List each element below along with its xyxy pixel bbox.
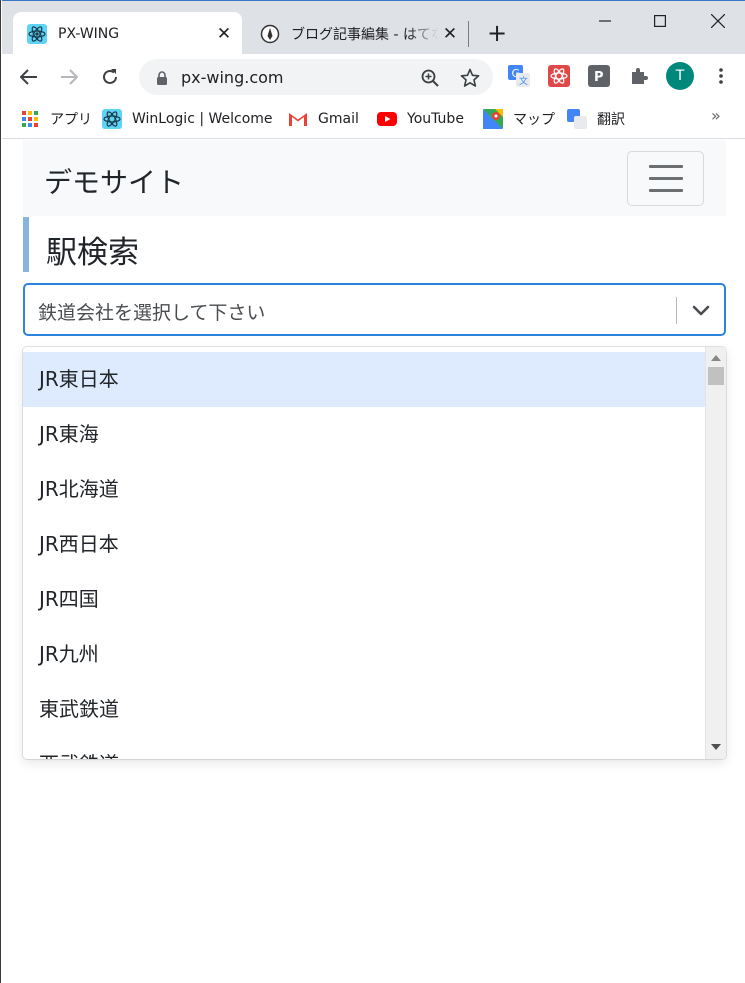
select-option[interactable]: 東武鉄道 xyxy=(23,682,705,737)
tab-px-wing[interactable]: PX-WING ✕ xyxy=(13,12,242,55)
address-bar[interactable]: px-wing.com xyxy=(139,59,493,95)
gmail-icon xyxy=(288,109,308,129)
select-option[interactable]: JR西日本 xyxy=(23,517,705,572)
tab-title: PX-WING xyxy=(58,25,120,42)
chevron-down-icon[interactable] xyxy=(689,299,713,323)
bookmark-gmail[interactable]: Gmail xyxy=(288,108,359,130)
bookmark-youtube[interactable]: YouTube xyxy=(377,108,464,130)
tab-hatena-blog[interactable]: ブログ記事編集 - はてなブログ ✕ xyxy=(246,12,468,55)
hamburger-line xyxy=(648,165,683,168)
back-button[interactable] xyxy=(14,62,44,92)
bookmarks-overflow-button[interactable]: » xyxy=(711,106,721,125)
browser-window: PX-WING ✕ ブログ記事編集 - はてなブログ ✕ + xyxy=(0,0,745,983)
bookmark-label: マップ xyxy=(513,112,555,128)
tab-separator xyxy=(468,21,469,47)
bookmark-label: WinLogic | Welcome xyxy=(132,111,273,127)
close-window-button[interactable] xyxy=(695,7,741,35)
new-tab-button[interactable]: + xyxy=(484,21,510,47)
select-option[interactable]: JR東日本 xyxy=(23,352,705,407)
hamburger-line xyxy=(648,177,683,180)
profile-initial: T xyxy=(675,68,685,84)
star-icon[interactable] xyxy=(459,67,481,89)
scroll-down-arrow-icon[interactable] xyxy=(711,744,721,750)
select-placeholder: 鉄道会社を選択して下さい xyxy=(38,302,266,324)
site-navbar: デモサイト xyxy=(23,140,726,216)
tab-close-icon[interactable]: ✕ xyxy=(438,24,462,44)
apps-grid-icon xyxy=(20,109,40,129)
bookmark-label: 翻訳 xyxy=(597,112,625,128)
select-indicator-separator xyxy=(676,297,677,324)
maximize-button[interactable] xyxy=(637,7,683,35)
dropdown-scrollbar[interactable] xyxy=(705,347,726,759)
page-title: 駅検索 xyxy=(46,235,139,271)
maximize-icon xyxy=(654,15,666,27)
tab-strip: PX-WING ✕ ブログ記事編集 - はてなブログ ✕ + xyxy=(2,0,745,55)
browser-toolbar: px-wing.com G文 P T xyxy=(2,54,745,100)
lock-icon xyxy=(151,67,173,89)
bookmark-winlogic[interactable]: WinLogic | Welcome xyxy=(102,108,273,130)
forward-button[interactable] xyxy=(54,62,84,92)
bookmark-maps[interactable]: マップ xyxy=(483,108,555,130)
minimize-button[interactable] xyxy=(582,7,628,35)
bookmark-label: Gmail xyxy=(318,111,359,127)
svg-text:文: 文 xyxy=(519,75,528,87)
minimize-icon xyxy=(599,20,611,22)
hamburger-line xyxy=(648,189,683,192)
site-brand[interactable]: デモサイト xyxy=(44,161,184,201)
arrow-right-icon xyxy=(61,69,78,85)
profile-avatar[interactable]: T xyxy=(666,62,694,90)
close-icon xyxy=(711,14,725,28)
bookmark-apps[interactable]: アプリ xyxy=(20,108,92,130)
more-menu-icon[interactable] xyxy=(710,65,732,87)
bookmark-label: YouTube xyxy=(407,111,464,127)
zoom-icon[interactable] xyxy=(419,67,441,89)
railway-company-select[interactable]: 鉄道会社を選択して下さい xyxy=(23,283,726,336)
select-option[interactable]: JR北海道 xyxy=(23,462,705,517)
scrollbar-thumb[interactable] xyxy=(708,367,724,385)
react-atom-icon xyxy=(102,109,122,129)
google-translate-extension-icon[interactable]: G文 xyxy=(508,65,530,87)
navbar-toggle-button[interactable] xyxy=(627,151,704,206)
bookmark-translate[interactable]: 翻訳 xyxy=(567,108,625,130)
react-devtools-extension-icon[interactable] xyxy=(548,65,570,87)
youtube-icon xyxy=(377,109,397,129)
tab-close-icon[interactable]: ✕ xyxy=(212,24,236,44)
select-option[interactable]: JR東海 xyxy=(23,407,705,462)
svg-text:P: P xyxy=(594,70,604,85)
bookmarks-bar: アプリ WinLogic | Welcome Gmail YouTube マップ xyxy=(2,100,745,139)
reload-icon xyxy=(103,69,117,84)
select-option[interactable]: JR九州 xyxy=(23,627,705,682)
url-text: px-wing.com xyxy=(181,68,284,87)
select-option[interactable]: 西武鉄道 xyxy=(23,737,705,759)
bookmark-label: アプリ xyxy=(50,112,92,128)
arrow-left-icon xyxy=(20,69,37,85)
google-translate-icon xyxy=(567,109,587,129)
react-atom-icon xyxy=(26,23,48,45)
hatena-blog-icon xyxy=(259,23,281,45)
google-maps-icon xyxy=(483,109,503,129)
puzzle-extensions-icon[interactable] xyxy=(628,65,650,87)
tab-title: ブログ記事編集 - はてなブログ xyxy=(291,26,438,43)
select-option[interactable]: JR四国 xyxy=(23,572,705,627)
p-extension-icon[interactable]: P xyxy=(588,65,610,87)
select-dropdown-menu: JR東日本 JR東海 JR北海道 JR西日本 JR四国 JR九州 東武鉄道 西武… xyxy=(23,347,726,759)
page-heading: 駅検索 xyxy=(23,217,726,272)
reload-button[interactable] xyxy=(95,62,125,92)
scroll-up-arrow-icon[interactable] xyxy=(711,355,721,361)
